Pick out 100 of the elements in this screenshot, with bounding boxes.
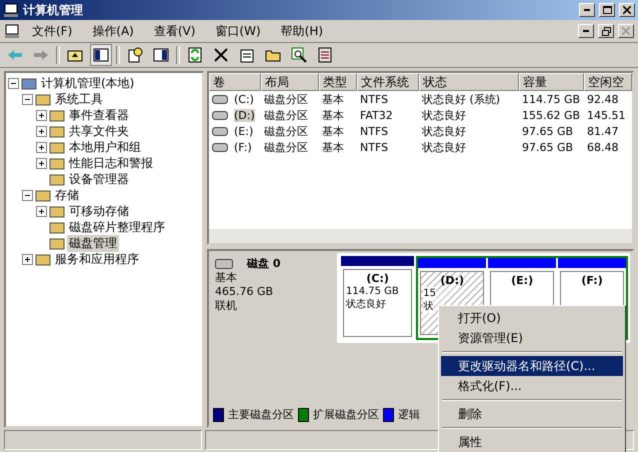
pane-icon: [93, 48, 109, 62]
menu-item[interactable]: 窗口(W): [207, 22, 269, 40]
expand-toggle[interactable]: [36, 142, 47, 152]
table-cell: 基本: [322, 124, 344, 138]
tree-item[interactable]: 事件查看器: [67, 106, 131, 124]
table-cell: 磁盘分区: [264, 108, 308, 122]
menu-item[interactable]: 文件(F): [24, 22, 80, 40]
menu-item[interactable]: 属性: [441, 432, 623, 452]
tree-item[interactable]: 磁盘碎片整理程序: [67, 218, 167, 236]
computer-icon: [4, 23, 20, 39]
collapse-toggle[interactable]: [22, 190, 33, 200]
minimize-icon: [584, 9, 590, 11]
table-cell: 状态良好: [422, 140, 466, 154]
tree-item[interactable]: 性能日志和警报: [67, 154, 155, 172]
table-cell: 磁盘分区: [264, 140, 308, 154]
collapse-toggle[interactable]: [8, 78, 19, 88]
disk-size: 465.76 GB: [215, 285, 274, 299]
column-header[interactable]: 类型: [319, 73, 357, 91]
partition-label: (E:): [511, 274, 534, 287]
tree-item[interactable]: 共享文件夹: [67, 122, 131, 140]
column-header[interactable]: 容量: [519, 73, 584, 91]
restore-icon: [602, 26, 610, 36]
menu-item[interactable]: 删除: [441, 404, 623, 424]
minimize-icon: [583, 30, 589, 32]
close-button[interactable]: [619, 3, 635, 17]
close-icon: [622, 27, 630, 35]
table-cell: 磁盘分区: [264, 92, 308, 106]
collapse-toggle[interactable]: [22, 94, 33, 104]
tree-toggle-button[interactable]: [90, 44, 112, 66]
table-cell: 97.65 GB: [522, 140, 574, 154]
partition-size: 15: [423, 287, 436, 300]
menu-item[interactable]: 操作(A): [84, 22, 142, 40]
horizontal-scrollbar[interactable]: [209, 229, 632, 243]
tree-item[interactable]: 磁盘管理: [67, 234, 119, 252]
column-header[interactable]: 卷: [209, 73, 261, 91]
tree-item[interactable]: 可移动存储: [67, 202, 131, 220]
table-cell: 97.65 GB: [522, 124, 574, 138]
help-icon: [127, 47, 143, 63]
column-header[interactable]: 空闲空: [584, 73, 632, 91]
drive-icon: [212, 110, 228, 120]
folder-icon: [265, 48, 281, 62]
partition-label: (C:): [366, 272, 389, 285]
left-arrow-icon: [7, 49, 23, 61]
tree-item[interactable]: 设备管理器: [67, 170, 131, 188]
drive-icon: [212, 142, 228, 152]
menu-item[interactable]: 帮助(H): [272, 22, 332, 40]
menu-item[interactable]: 更改驱动器名和路径(C)...: [441, 356, 623, 376]
table-cell: 状态良好: [422, 108, 466, 122]
disk-status: 联机: [215, 299, 238, 313]
document-icon: [239, 47, 255, 63]
minimize-button[interactable]: [578, 24, 594, 38]
legend-label: 逻辑: [398, 407, 420, 422]
drive-icon: [212, 94, 228, 104]
legend-label: 主要磁盘分区: [228, 407, 294, 422]
expand-toggle[interactable]: [22, 254, 33, 264]
tree-item[interactable]: 服务和应用程序: [53, 250, 141, 268]
table-cell: NTFS: [360, 92, 388, 106]
table-cell: 155.62 GB: [522, 108, 580, 122]
table-cell: (C:): [234, 92, 254, 106]
column-header[interactable]: 文件系统: [357, 73, 419, 91]
disk-type: 基本: [215, 271, 238, 285]
computer-icon: [3, 2, 19, 18]
list-icon: [317, 47, 333, 63]
disk-name: 磁盘 0: [247, 257, 280, 271]
tree-item[interactable]: 计算机管理(本地): [39, 74, 136, 92]
partition-block[interactable]: (C:) 114.75 GB 状态良好: [341, 256, 414, 340]
column-header[interactable]: 布局: [261, 73, 319, 91]
expand-toggle[interactable]: [36, 206, 47, 216]
table-cell: 基本: [322, 108, 344, 122]
right-arrow-icon: [33, 49, 49, 61]
drive-icon: [212, 126, 228, 136]
table-cell: 状态良好 (系统): [422, 92, 500, 106]
delete-icon: [214, 48, 228, 62]
table-cell: 145.51: [587, 108, 626, 122]
tree-item[interactable]: 本地用户和组: [67, 138, 143, 156]
table-cell: 磁盘分区: [264, 124, 308, 138]
tree-item[interactable]: 系统工具: [53, 90, 105, 108]
restore-button[interactable]: [598, 24, 614, 38]
partition-label: (D:): [440, 274, 464, 287]
table-cell: 状态良好: [422, 124, 466, 138]
table-cell: (F:): [234, 140, 252, 154]
table-cell: 68.48: [587, 140, 618, 154]
table-cell: 基本: [322, 92, 344, 106]
expand-toggle[interactable]: [36, 126, 47, 136]
search-icon: [291, 47, 307, 63]
minimize-button[interactable]: [579, 3, 595, 17]
expand-toggle[interactable]: [36, 158, 47, 168]
folder-up-icon: [67, 48, 83, 62]
maximize-button[interactable]: [599, 3, 615, 17]
tree-item[interactable]: 存储: [53, 186, 81, 204]
refresh-icon: [188, 47, 202, 63]
close-button[interactable]: [618, 24, 634, 38]
partition-label: (F:): [581, 274, 603, 287]
menu-item[interactable]: 格式化(F)...: [441, 376, 623, 396]
menu-item[interactable]: 查看(V): [146, 22, 204, 40]
table-cell: (E:): [234, 124, 254, 138]
partition-status: 状态良好: [346, 298, 386, 311]
expand-toggle[interactable]: [36, 110, 47, 120]
column-header[interactable]: 状态: [419, 73, 519, 91]
maximize-icon: [602, 6, 612, 14]
